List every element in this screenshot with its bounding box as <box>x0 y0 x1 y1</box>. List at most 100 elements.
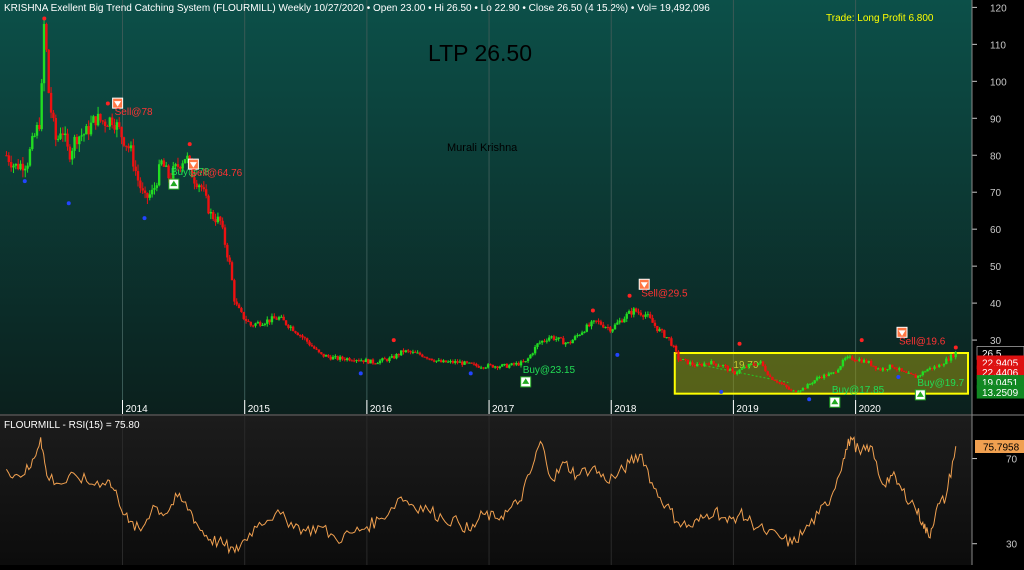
candle-body <box>12 165 15 168</box>
candle-body <box>364 359 368 363</box>
candle-body <box>465 361 469 363</box>
candle-body <box>113 125 116 130</box>
candle-body <box>212 212 215 220</box>
candle-body <box>219 216 222 221</box>
candle-body <box>118 122 121 128</box>
candle-body <box>747 363 751 368</box>
pivot-dot <box>627 293 632 298</box>
candle-body <box>797 391 800 393</box>
candle-body <box>45 23 48 50</box>
candle-body <box>942 364 946 366</box>
pivot-dot <box>22 179 27 184</box>
candle-body <box>308 341 311 346</box>
candle-body <box>945 358 948 365</box>
candle-body <box>336 356 339 360</box>
candle-body <box>228 257 231 263</box>
candle-body <box>893 367 896 369</box>
candle-body <box>573 336 577 340</box>
candle-body <box>851 356 854 360</box>
candle-body <box>52 112 55 118</box>
candle-body <box>275 318 278 320</box>
candle-body <box>508 365 511 368</box>
candle-body <box>891 364 894 368</box>
candle-body <box>409 351 412 353</box>
candle-body <box>587 324 591 327</box>
pivot-dot <box>953 345 958 350</box>
candle-body <box>792 390 795 392</box>
candle-body <box>298 335 302 337</box>
pivot-dot <box>391 338 396 343</box>
candle-body <box>14 163 18 166</box>
candle-body <box>688 362 692 365</box>
candle-body <box>305 338 309 342</box>
candle-body <box>834 372 838 374</box>
candle-body <box>811 383 814 385</box>
candle-body <box>350 360 354 362</box>
candle-body <box>115 122 119 130</box>
candle-body <box>543 340 546 342</box>
candle-body <box>92 116 95 123</box>
y-tick-label: 30 <box>990 336 1002 347</box>
candle-body <box>134 166 137 172</box>
candle-body <box>583 331 586 333</box>
candle-body <box>552 336 556 340</box>
candle-body <box>362 360 365 363</box>
candle-body <box>496 366 499 369</box>
candle-body <box>691 362 694 365</box>
candle-body <box>766 371 769 376</box>
pivot-dot <box>719 389 724 394</box>
candle-body <box>907 372 910 374</box>
candle-body <box>355 360 358 362</box>
candle-body <box>402 350 405 353</box>
candle-body <box>726 366 729 371</box>
chart-window: 19.70 Sell@78 Buy@78 Sell@64.76 Buy@23.15 Se… <box>0 0 1024 565</box>
candle-body <box>954 352 957 358</box>
candle-body <box>780 382 784 384</box>
candle-body <box>632 308 635 315</box>
candle-body <box>418 352 422 355</box>
candle-body <box>735 372 739 375</box>
candle-body <box>653 322 657 326</box>
candle-body <box>287 324 290 328</box>
candle-body <box>280 316 283 318</box>
candle-body <box>540 340 544 343</box>
y-tick-label: 100 <box>990 77 1007 88</box>
candle-body <box>155 185 159 189</box>
candle-body <box>865 359 868 363</box>
candle-body <box>16 163 20 170</box>
candle-body <box>233 280 236 302</box>
candle-body <box>752 363 755 365</box>
candle-body <box>259 322 262 326</box>
y-tick-label: 110 <box>990 40 1006 51</box>
candle-body <box>630 311 633 315</box>
candle-body <box>162 160 166 167</box>
candle-body <box>399 350 403 356</box>
candle-body <box>157 164 161 186</box>
candle-body <box>24 168 27 171</box>
candle-body <box>926 369 929 372</box>
candle-body <box>825 374 828 377</box>
candle-body <box>855 360 859 362</box>
candle-body <box>714 363 718 366</box>
candle-body <box>341 356 344 359</box>
candle-body <box>658 329 661 332</box>
candle-body <box>576 335 579 337</box>
candle-body <box>216 216 220 223</box>
candle-body <box>251 325 255 327</box>
candle-body <box>522 361 525 363</box>
x-tick-label: 2019 <box>736 404 759 415</box>
candle-body <box>503 363 506 365</box>
y-tick-label: 80 <box>990 151 1002 162</box>
candle-body <box>167 165 170 179</box>
x-tick-label: 2014 <box>126 404 149 415</box>
candle-body <box>378 360 382 364</box>
candle-body <box>371 359 375 364</box>
candle-body <box>242 311 245 320</box>
candle-body <box>909 372 913 375</box>
candle-body <box>905 371 908 373</box>
candle-body <box>21 163 25 171</box>
y-tick-label: 50 <box>990 262 1002 273</box>
rsi-panel-background <box>0 416 972 565</box>
candle-body <box>425 357 429 359</box>
candle-body <box>202 187 206 190</box>
